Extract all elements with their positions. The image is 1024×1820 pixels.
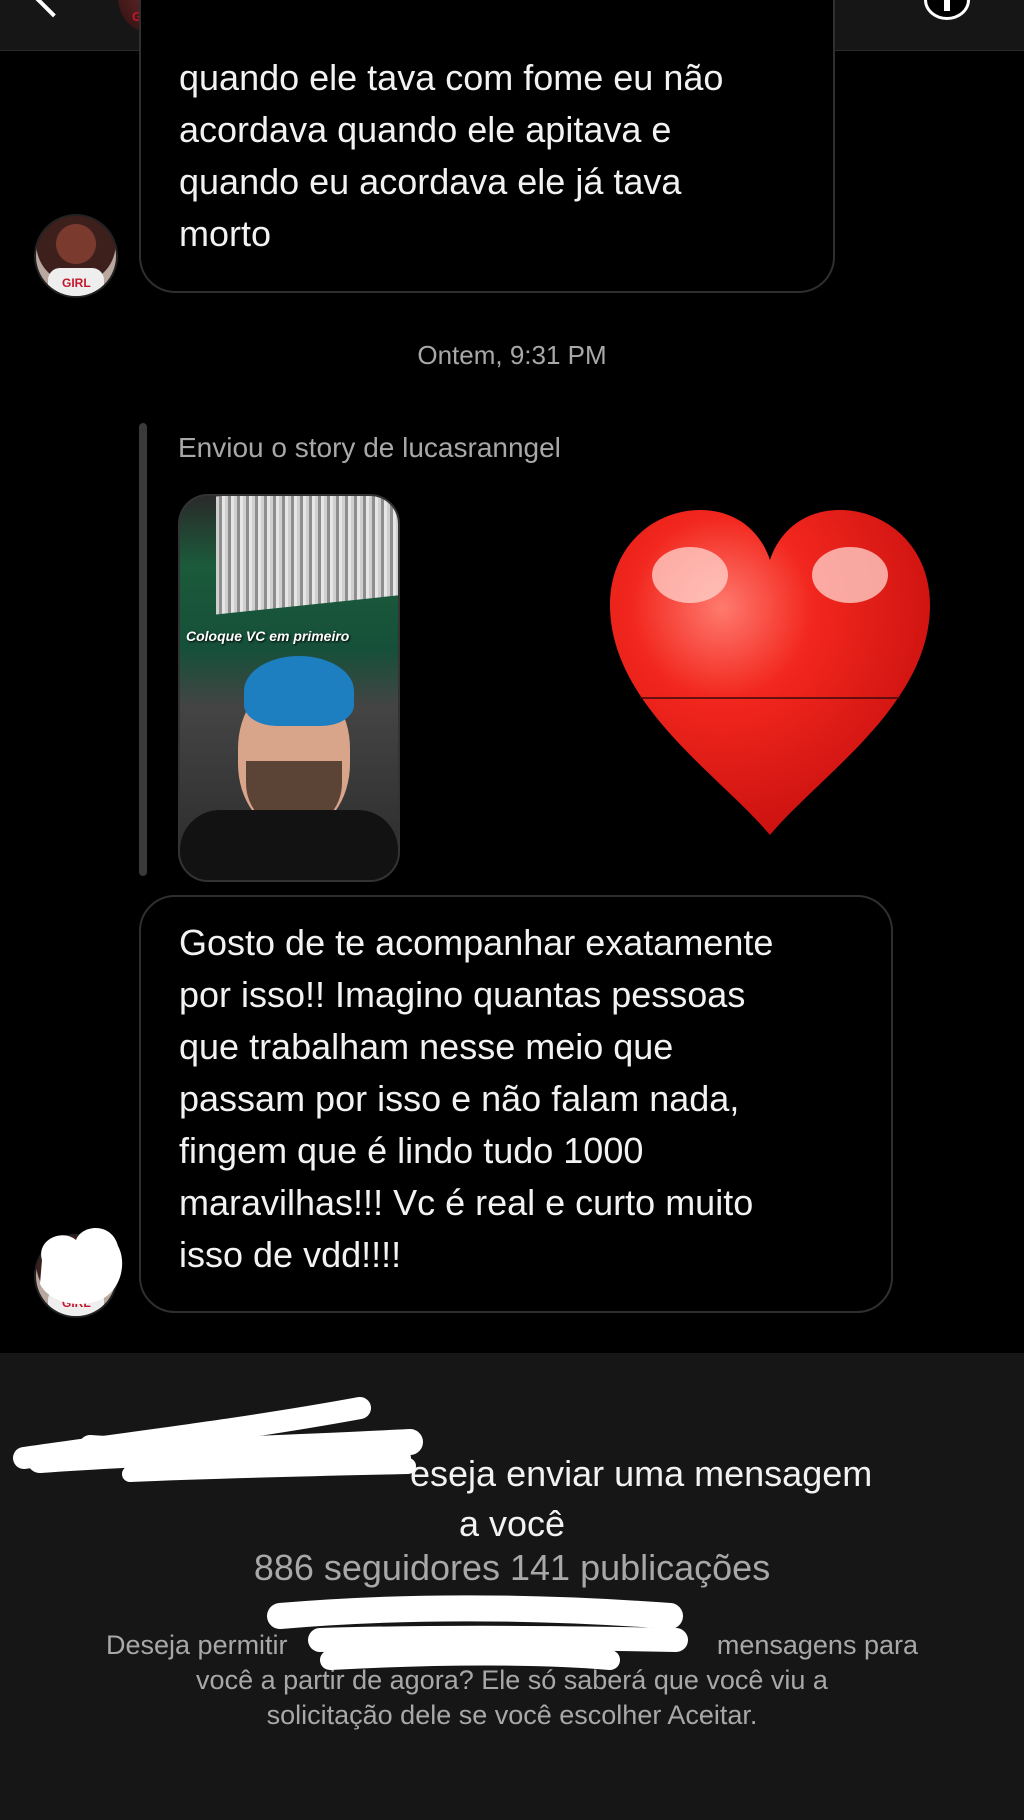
- request-desc-line2: você a partir de agora? Ele só saberá qu…: [196, 1665, 828, 1695]
- story-wall-art: [216, 496, 398, 615]
- message-request-panel: eseja enviar uma mensagem a você 886 seg…: [0, 1353, 1024, 1820]
- request-desc-line3: solicitação dele se você escolher Aceita…: [266, 1700, 758, 1730]
- message-line: por isso!! Imagino quantas pessoas: [179, 974, 746, 1015]
- message-bubble[interactable]: quando ele tava com fome eu não acordava…: [139, 0, 835, 293]
- message-line: quando ele tava com fome eu não: [179, 57, 724, 98]
- message-bubble[interactable]: Gosto de te acompanhar exatamente por is…: [139, 895, 893, 1313]
- message-line: fingem que é lindo tudo 1000: [179, 1130, 644, 1171]
- avatar-badge-text: GIRL: [62, 276, 91, 290]
- message-timestamp: Ontem, 9:31 PM: [417, 340, 607, 370]
- request-stats: 886 seguidores 141 publicações: [253, 1547, 771, 1588]
- info-icon[interactable]: [924, 0, 970, 20]
- message-line: morto: [179, 213, 272, 254]
- request-description: Deseja permitir mensagens para você a pa…: [90, 1628, 934, 1733]
- request-title-line1: eseja enviar uma mensagem: [410, 1453, 873, 1494]
- story-person-hair: [244, 656, 354, 726]
- reply-indicator-line: [139, 423, 147, 876]
- story-thumbnail[interactable]: Coloque VC em primeiro: [178, 494, 400, 882]
- message-line: que trabalham nesse meio que: [179, 1026, 674, 1067]
- message-line: quando eu acordava ele já tava: [179, 161, 682, 202]
- request-title-line2: a você: [458, 1503, 566, 1544]
- sender-avatar[interactable]: GIRL: [34, 214, 118, 298]
- request-title: eseja enviar uma mensagem a você: [0, 1449, 1024, 1549]
- heart-emoji-icon[interactable]: [600, 505, 940, 845]
- message-line: passam por isso e não falam nada,: [179, 1078, 740, 1119]
- back-arrow-icon[interactable]: [34, 0, 72, 18]
- message-line: acordava quando ele apitava e: [179, 109, 672, 150]
- message-line: isso de vdd!!!!: [179, 1234, 402, 1275]
- story-caption: Coloque VC em primeiro: [186, 628, 350, 644]
- request-desc-left: Deseja permitir: [106, 1630, 288, 1660]
- story-reply-label: Enviou o story de lucasranngel: [178, 432, 561, 463]
- story-person-shirt: [180, 810, 398, 880]
- message-line: Gosto de te acompanhar exatamente: [179, 922, 774, 963]
- message-line: maravilhas!!! Vc é real e curto muito: [179, 1182, 754, 1223]
- request-desc-right: mensagens para: [716, 1630, 918, 1660]
- avatar-redaction-scribble: [40, 1227, 123, 1304]
